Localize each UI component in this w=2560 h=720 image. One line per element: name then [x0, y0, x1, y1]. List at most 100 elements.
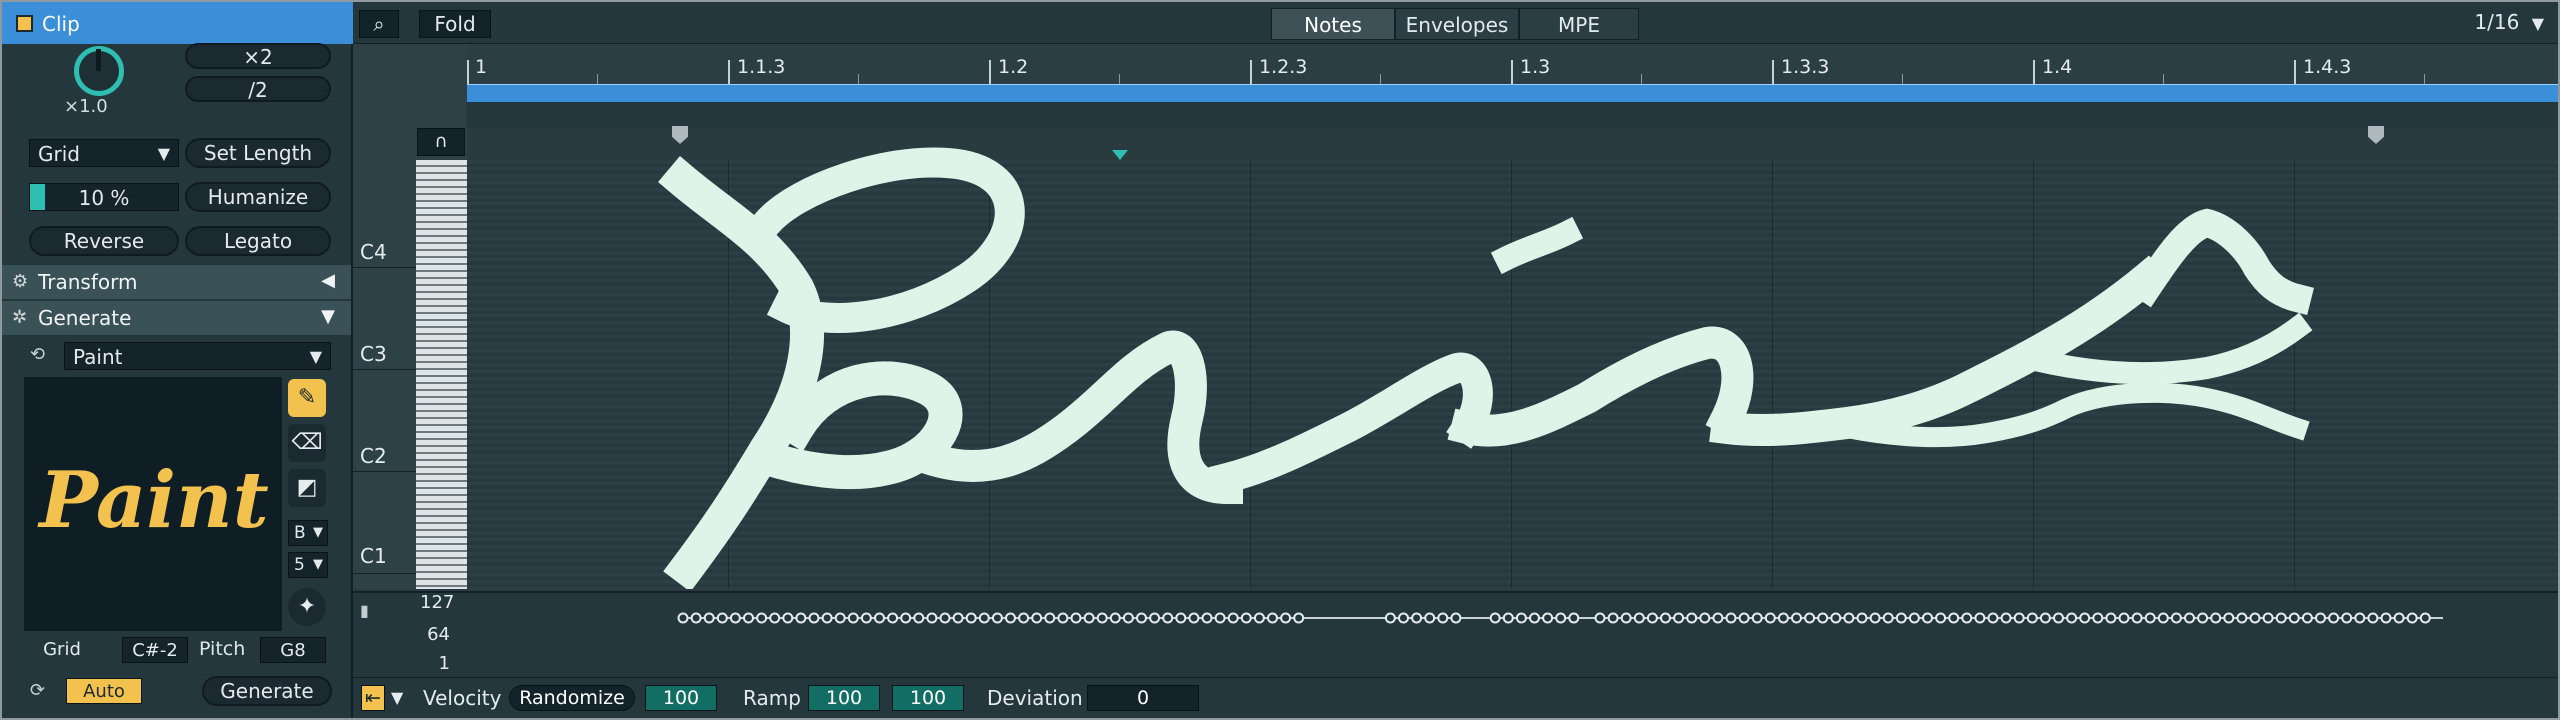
velocity-marker[interactable]: [1240, 612, 1252, 624]
velocity-marker[interactable]: [1529, 612, 1540, 624]
loop-icon[interactable]: ⟳: [30, 680, 45, 701]
velocity-marker[interactable]: [1961, 612, 1973, 624]
velocity-marker[interactable]: [1005, 612, 1016, 624]
velocity-marker[interactable]: [1437, 612, 1449, 624]
velocity-marker[interactable]: [2249, 612, 2261, 624]
velocity-marker[interactable]: [769, 612, 781, 624]
loop-brace[interactable]: [467, 84, 2558, 102]
velocity-marker[interactable]: [1411, 612, 1423, 624]
velocity-marker[interactable]: [939, 612, 951, 624]
velocity-marker[interactable]: [1817, 612, 1829, 624]
velocity-marker[interactable]: [1856, 612, 1868, 624]
velocity-marker[interactable]: [2223, 612, 2235, 624]
velocity-marker[interactable]: [887, 612, 899, 624]
loop-icon[interactable]: ∩: [417, 128, 465, 156]
fill-bucket-icon[interactable]: ◩: [288, 469, 326, 507]
velocity-marker[interactable]: [2288, 612, 2300, 624]
velocity-marker[interactable]: [2197, 612, 2209, 624]
velocity-marker[interactable]: [2039, 612, 2051, 624]
velocity-marker[interactable]: [2157, 612, 2169, 624]
velocity-marker[interactable]: [1568, 612, 1580, 624]
ramp-end-field[interactable]: 100: [892, 685, 964, 711]
velocity-marker[interactable]: [2406, 612, 2418, 624]
velocity-marker[interactable]: [1214, 612, 1226, 624]
velocity-marker[interactable]: [1253, 612, 1265, 624]
velocity-marker[interactable]: [756, 612, 768, 624]
velocity-marker[interactable]: [1122, 612, 1134, 624]
velocity-marker[interactable]: [1384, 612, 1396, 624]
velocity-marker[interactable]: [1882, 612, 1894, 624]
velocity-marker[interactable]: [1188, 612, 1200, 624]
set-length-button[interactable]: Set Length: [185, 138, 331, 168]
humanize-button[interactable]: Humanize: [185, 182, 331, 212]
velocity-marker[interactable]: [1136, 612, 1147, 624]
velocity-marker[interactable]: [952, 612, 964, 624]
velocity-marker[interactable]: [2236, 612, 2248, 624]
half-button[interactable]: /2: [185, 76, 331, 102]
velocity-marker[interactable]: [2144, 612, 2156, 624]
brush-size-dropdown[interactable]: 5 ▼: [288, 552, 328, 578]
double-button[interactable]: ×2: [185, 43, 331, 69]
velocity-marker[interactable]: [2393, 612, 2405, 624]
velocity-marker[interactable]: [1515, 612, 1527, 624]
velocity-marker[interactable]: [1830, 612, 1842, 624]
velocity-marker[interactable]: [1293, 612, 1305, 624]
velocity-marker[interactable]: [1607, 612, 1619, 624]
auto-toggle[interactable]: Auto: [66, 678, 142, 704]
velocity-marker[interactable]: [1018, 612, 1030, 624]
velocity-marker[interactable]: [2262, 612, 2274, 624]
tab-mpe[interactable]: MPE: [1519, 8, 1639, 40]
refresh-icon[interactable]: ⟲: [30, 344, 45, 365]
velocity-marker[interactable]: [860, 612, 872, 624]
velocity-marker[interactable]: [2367, 612, 2379, 624]
velocity-marker[interactable]: [677, 612, 689, 624]
velocity-marker[interactable]: [782, 612, 794, 624]
velocity-marker[interactable]: [1974, 612, 1986, 624]
tab-notes[interactable]: Notes: [1271, 8, 1395, 40]
velocity-marker[interactable]: [1031, 612, 1043, 624]
velocity-marker[interactable]: [1109, 612, 1121, 624]
velocity-marker[interactable]: [1738, 612, 1750, 624]
velocity-marker[interactable]: [716, 612, 728, 624]
velocity-marker[interactable]: [1751, 612, 1763, 624]
paint-canvas[interactable]: Paint: [24, 377, 282, 631]
velocity-marker[interactable]: [965, 612, 977, 624]
velocity-marker[interactable]: [1660, 612, 1671, 624]
reverse-button[interactable]: Reverse: [29, 226, 179, 256]
velocity-lane[interactable]: [353, 591, 2558, 677]
velocity-marker[interactable]: [1057, 612, 1069, 624]
painted-notes[interactable]: [467, 128, 2558, 589]
velocity-marker[interactable]: [2170, 612, 2182, 624]
velocity-marker[interactable]: [847, 612, 859, 624]
search-icon[interactable]: ⌕: [359, 10, 399, 38]
velocity-marker[interactable]: [795, 612, 807, 624]
velocity-marker[interactable]: [690, 612, 702, 624]
velocity-marker[interactable]: [913, 612, 925, 624]
clip-header[interactable]: Clip: [2, 2, 353, 44]
velocity-marker[interactable]: [1699, 612, 1711, 624]
velocity-marker[interactable]: [1267, 612, 1278, 624]
velocity-marker[interactable]: [2380, 612, 2392, 624]
velocity-marker[interactable]: [2053, 612, 2064, 624]
velocity-marker[interactable]: [1149, 612, 1161, 624]
grid-dropdown[interactable]: Grid ▼: [29, 139, 179, 167]
velocity-marker[interactable]: [2000, 612, 2012, 624]
sparkle-icon[interactable]: ✦: [288, 588, 326, 626]
velocity-marker[interactable]: [2026, 612, 2038, 624]
velocity-marker[interactable]: [1869, 612, 1881, 624]
velocity-marker[interactable]: [1083, 612, 1095, 624]
velocity-marker[interactable]: [1489, 612, 1501, 624]
velocity-marker[interactable]: [1646, 612, 1658, 624]
velocity-marker[interactable]: [1450, 612, 1462, 624]
velocity-marker[interactable]: [1935, 612, 1947, 624]
velocity-marker[interactable]: [2275, 612, 2287, 624]
velocity-marker[interactable]: [2184, 612, 2195, 624]
clip-color-swatch[interactable]: [16, 15, 33, 32]
deviation-value-field[interactable]: 0: [1087, 685, 1199, 711]
velocity-marker[interactable]: [1686, 612, 1698, 624]
velocity-marker[interactable]: [1922, 612, 1933, 624]
velocity-marker[interactable]: [1804, 612, 1816, 624]
velocity-marker[interactable]: [874, 612, 885, 624]
generator-dropdown[interactable]: Paint ▼: [64, 342, 331, 370]
velocity-marker[interactable]: [1987, 612, 1999, 624]
